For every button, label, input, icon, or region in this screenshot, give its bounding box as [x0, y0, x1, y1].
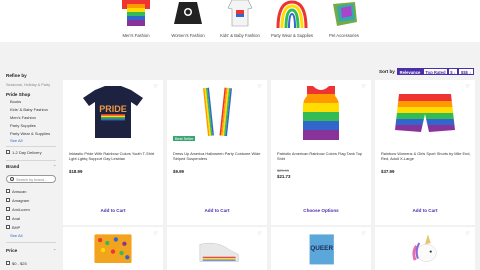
rainbow-tank-top-image [303, 86, 339, 140]
search-icon [10, 177, 14, 181]
brand-see-all-link[interactable]: See All [10, 233, 22, 238]
add-to-cart-button[interactable]: Add to Cart [63, 208, 163, 213]
pride-item-party-wear[interactable]: Party Wear & Supplies [10, 131, 50, 136]
divider [6, 146, 56, 147]
category-label: Pet Accessories [329, 33, 359, 38]
heart-icon[interactable]: ♡ [258, 231, 262, 237]
brand-label: BHP [12, 224, 21, 230]
product-card[interactable]: ♡ PRIDE Inktastic Pride With Rainbow Col… [63, 80, 163, 225]
category-label: Kids' & Baby Fashion [220, 33, 260, 38]
category-strip: Men's Fashion Women's Fashion Kids' & Ba… [0, 0, 480, 42]
svg-text:PRIDE: PRIDE [99, 104, 127, 114]
brand-label: AmiLuxen [12, 206, 30, 212]
sort-price-high-button[interactable]: $$$ ↓ [458, 68, 474, 75]
brand-label: Amagram [12, 197, 30, 203]
chevron-up-icon[interactable]: ⌃ [53, 164, 56, 169]
rainbow-shorts-image [395, 94, 455, 132]
heart-icon[interactable]: ♡ [466, 231, 470, 237]
category-label: Party Wear & Supplies [270, 33, 314, 38]
baby-bodysuit-icon [227, 0, 253, 27]
product-card[interactable]: ♡ QUEER [271, 227, 371, 270]
add-to-cart-button[interactable]: Add to Cart [167, 208, 267, 213]
brand-checkbox[interactable] [6, 189, 10, 193]
product-title[interactable]: Dress Up America Halloween Party Costume… [173, 151, 263, 161]
product-title[interactable]: Inktastic Pride With Rainbow Colors Yout… [69, 151, 159, 161]
brand-search-placeholder: Search by brand... [16, 177, 48, 182]
pride-item-kids-baby[interactable]: Kids' & Baby Fashion [10, 107, 48, 112]
rainbow-shirt-icon [122, 0, 150, 26]
price-range-label: $0 - $25 [12, 260, 27, 266]
brand-checkbox[interactable] [6, 198, 10, 202]
rainbow-balloon-arch-icon [276, 0, 308, 28]
unicorn-head-image [412, 234, 437, 262]
brand-checkbox[interactable] [6, 207, 10, 211]
rainbow-candy-pack-image [94, 234, 132, 263]
brand-checkbox[interactable] [6, 225, 10, 229]
sort-price-low-button[interactable]: $ ↓ [448, 68, 458, 75]
product-title[interactable]: Patriotic American Rainbow Colors Flag T… [277, 151, 367, 161]
product-price: $37.99 [381, 169, 395, 174]
product-card[interactable]: ♡ [167, 227, 267, 270]
queer-book-cover-image: QUEER [309, 234, 334, 265]
best-seller-badge: Best Seller [173, 136, 196, 141]
brand-label: Anal [12, 215, 21, 221]
category-label: Women's Fashion [171, 33, 205, 38]
heart-icon[interactable]: ♡ [154, 231, 158, 237]
product-price: $18.99 [69, 169, 83, 174]
sort-top-rated-button[interactable]: Top Rated [423, 68, 448, 75]
rainbow-suspenders-image [202, 87, 232, 137]
sort-label: Sort by [379, 69, 395, 74]
navy-pride-tshirt-image: PRIDE [83, 86, 143, 138]
brand-search-input[interactable]: Search by brand... [6, 175, 56, 183]
heart-icon[interactable]: ♡ [258, 84, 262, 90]
filter-panel: Refine by Seasonal, Holiday & Party Prid… [0, 42, 60, 270]
product-original-price: $25.99 [277, 168, 289, 173]
pride-shop-title[interactable]: Pride Shop [6, 92, 30, 97]
svg-text:QUEER: QUEER [310, 245, 333, 252]
pride-item-books[interactable]: Books [10, 99, 21, 104]
sort-relevance-button[interactable]: Relevance [397, 68, 423, 75]
brand-title: Brand [6, 164, 20, 169]
price-title: Price [6, 248, 18, 253]
product-price: $9.99 [173, 169, 184, 174]
rainbow-sneakers-image [199, 242, 239, 262]
heart-icon[interactable]: ♡ [362, 84, 366, 90]
delivery-checkbox[interactable] [6, 150, 10, 154]
product-card[interactable]: ♡ Best Seller Dress Up America Halloween… [167, 80, 267, 225]
pet-sequin-cape-icon [333, 2, 357, 26]
brand-checkbox[interactable] [6, 216, 10, 220]
refine-title: Refine by [6, 73, 27, 78]
divider [6, 242, 56, 243]
pride-see-all-link[interactable]: See All [10, 138, 22, 143]
brand-label: Amscan [12, 188, 27, 194]
product-card[interactable]: ♡ Patriotic American Rainbow Colors Flag… [271, 80, 371, 225]
chevron-up-icon[interactable]: ⌃ [53, 248, 56, 253]
pride-item-party-supplies[interactable]: Party Supplies [10, 123, 36, 128]
product-card[interactable]: ♡ [375, 227, 475, 270]
product-card[interactable]: ♡ [63, 227, 163, 270]
product-card[interactable]: ♡ Rainbow Womens & Girls Sport Shorts by… [375, 80, 475, 225]
heart-icon[interactable]: ♡ [466, 84, 470, 90]
heart-icon[interactable]: ♡ [362, 231, 366, 237]
category-label: Men's Fashion [122, 33, 150, 38]
pride-item-mens-fashion[interactable]: Men's Fashion [10, 115, 36, 120]
product-price: $21.73 [277, 174, 291, 179]
choose-options-button[interactable]: Choose Options [271, 208, 371, 213]
refine-breadcrumb[interactable]: Seasonal, Holiday & Party [6, 83, 50, 87]
delivery-label: 1-2 Day Delivery [12, 149, 42, 155]
black-hoodie-icon [174, 2, 202, 24]
price-checkbox[interactable] [6, 261, 10, 265]
heart-icon[interactable]: ♡ [154, 84, 158, 90]
divider [6, 160, 56, 161]
add-to-cart-button[interactable]: Add to Cart [375, 208, 475, 213]
product-title[interactable]: Rainbow Womens & Girls Sport Shorts by M… [381, 151, 471, 161]
